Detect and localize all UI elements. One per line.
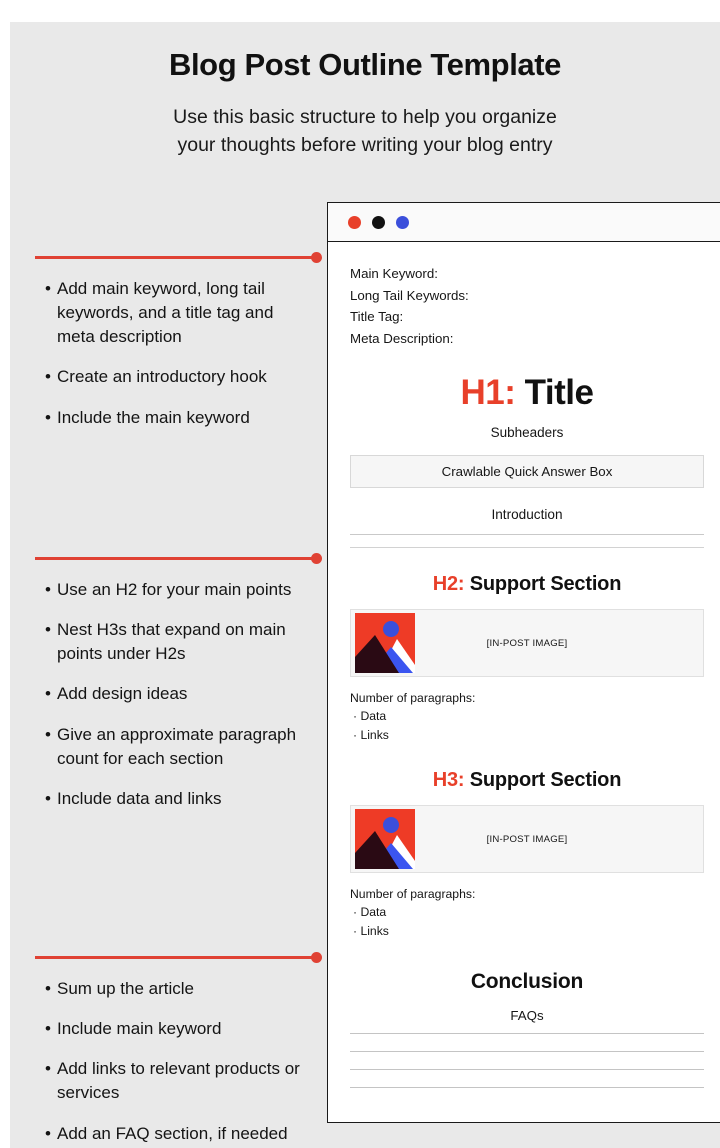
- section-rule-3: [35, 952, 322, 964]
- in-post-image-placeholder-1: [IN-POST IMAGE]: [350, 609, 704, 678]
- h2-heading: H2: Support Section: [350, 573, 704, 596]
- h1-tag-label: H1:: [460, 373, 516, 413]
- h2-section-text: Support Section: [464, 573, 622, 596]
- list-item: Include the main keyword: [45, 406, 322, 430]
- list-item: Add an FAQ section, if needed: [45, 1122, 322, 1146]
- faq-line: [350, 1032, 704, 1034]
- page-title: Blog Post Outline Template: [168, 47, 562, 82]
- in-post-image-placeholder-2: [IN-POST IMAGE]: [350, 805, 704, 874]
- list-item: Add design ideas: [45, 682, 322, 706]
- faq-line: [350, 1086, 704, 1088]
- outline-group-1: Add main keyword, long tail keywords, an…: [10, 252, 322, 446]
- list-item: Add main keyword, long tail keywords, an…: [45, 277, 322, 349]
- meta-field-main-keyword: Main Keyword:: [350, 266, 438, 281]
- outline-group-3: Sum up the article Include main keyword …: [10, 952, 322, 1148]
- page-subtitle-line-1: Use this basic structure to help you org…: [173, 106, 557, 129]
- browser-content: Main Keyword: Long Tail Keywords: Title …: [328, 242, 720, 1088]
- meta-field-long-tail-keywords: Long Tail Keywords:: [350, 287, 469, 303]
- paragraph-item-links: · Links: [353, 923, 389, 938]
- browser-titlebar: [328, 203, 720, 242]
- header: Blog Post Outline Template Use this basi…: [10, 22, 720, 160]
- meta-fields: Main Keyword: Long Tail Keywords: Title …: [350, 263, 704, 349]
- h1-title-text: Title: [515, 373, 594, 413]
- answer-box-label: Crawlable Quick Answer Box: [441, 464, 613, 480]
- h3-heading: H3: Support Section: [350, 769, 704, 792]
- browser-window-mockup: Main Keyword: Long Tail Keywords: Title …: [327, 202, 720, 1123]
- paragraph-item-data: · Data: [353, 905, 387, 920]
- outline-list-3: Sum up the article Include main keyword …: [10, 977, 322, 1146]
- list-item: Create an introductory hook: [45, 365, 322, 389]
- list-item: Include main keyword: [45, 1017, 322, 1041]
- list-item: Nest H3s that expand on main points unde…: [45, 618, 322, 666]
- rule-dot-2: [311, 553, 322, 564]
- list-item: Include data and links: [45, 787, 322, 811]
- list-item: Give an approximate paragraph count for …: [45, 723, 322, 771]
- h2-tag-label: H2:: [432, 573, 465, 596]
- paragraph-item-links: · Links: [353, 727, 389, 742]
- rule-line-1: [35, 256, 314, 259]
- intro-divider-2: [350, 547, 704, 549]
- paragraphs-label: Number of paragraphs:: [350, 691, 476, 706]
- faq-line: [350, 1068, 704, 1070]
- h3-section-text: Support Section: [464, 769, 622, 792]
- paragraphs-label: Number of paragraphs:: [350, 887, 476, 902]
- rule-line-2: [35, 557, 314, 560]
- meta-field-title-tag: Title Tag:: [350, 309, 404, 325]
- faqs-label: FAQs: [510, 1007, 544, 1023]
- paragraph-notes-1: Number of paragraphs: · Data · Links: [350, 689, 704, 744]
- page-root: Blog Post Outline Template Use this basi…: [0, 0, 720, 1148]
- outline-group-2: Use an H2 for your main points Nest H3s …: [10, 553, 322, 827]
- intro-divider-1: [350, 534, 704, 536]
- faq-placeholder-lines: [350, 1032, 704, 1088]
- rule-line-3: [35, 956, 314, 959]
- list-item: Sum up the article: [45, 977, 322, 1001]
- section-rule-1: [35, 252, 322, 264]
- introduction-label: Introduction: [491, 507, 563, 523]
- crawlable-quick-answer-box: Crawlable Quick Answer Box: [350, 455, 704, 489]
- rule-dot-1: [311, 252, 322, 263]
- maximize-dot-icon[interactable]: [396, 215, 409, 229]
- h3-tag-label: H3:: [432, 769, 465, 792]
- page-subtitle-line-2: your thoughts before writing your blog e…: [177, 134, 553, 157]
- close-dot-icon[interactable]: [348, 215, 361, 229]
- section-rule-2: [35, 553, 322, 565]
- page-subtitle: Use this basic structure to help you org…: [10, 103, 720, 160]
- conclusion-heading: Conclusion: [470, 969, 584, 993]
- outline-list-2: Use an H2 for your main points Nest H3s …: [10, 578, 322, 811]
- image-caption: [IN-POST IMAGE]: [486, 833, 568, 845]
- list-item: Add links to relevant products or servic…: [45, 1057, 322, 1105]
- rule-dot-3: [311, 952, 322, 963]
- faq-line: [350, 1050, 704, 1052]
- paragraph-item-data: · Data: [353, 709, 387, 724]
- list-item: Use an H2 for your main points: [45, 578, 322, 602]
- paragraph-notes-2: Number of paragraphs: · Data · Links: [350, 885, 704, 940]
- subheaders-label: Subheaders: [490, 425, 564, 441]
- meta-field-meta-description: Meta Description:: [350, 330, 454, 346]
- minimize-dot-icon[interactable]: [372, 215, 385, 229]
- h1-heading: H1: Title: [350, 373, 704, 413]
- outline-list-1: Add main keyword, long tail keywords, an…: [10, 277, 322, 430]
- image-caption: [IN-POST IMAGE]: [486, 637, 568, 649]
